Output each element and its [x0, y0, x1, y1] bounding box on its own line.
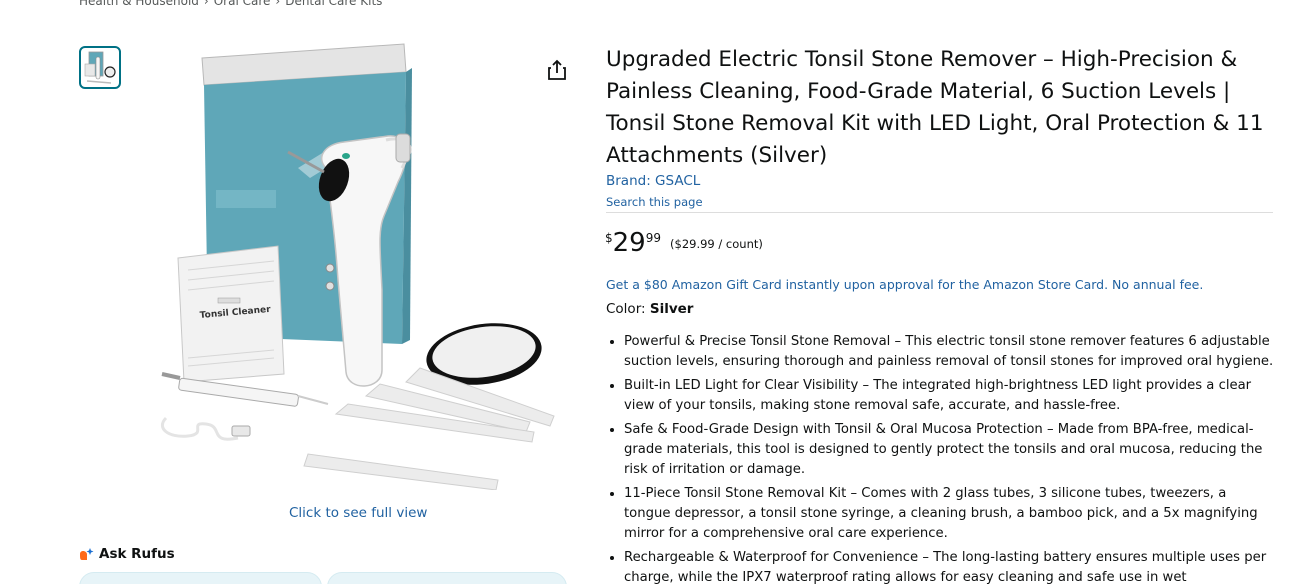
feature-bullet: Powerful & Precise Tonsil Stone Removal … — [624, 332, 1274, 372]
breadcrumb: Health & Household › Oral Care › Dental Care… — [79, 0, 382, 8]
rufus-suggestion-chip[interactable] — [79, 572, 322, 584]
product-thumbnail-image — [84, 51, 116, 84]
click-to-see-full-view-link[interactable]: Click to see full view — [289, 505, 427, 521]
brand-link[interactable]: Brand: GSACL — [606, 173, 700, 189]
price-block: $ 29 99 ($29.99 / count) — [605, 228, 763, 258]
color-value: Silver — [649, 301, 694, 317]
ask-rufus-label: Ask Rufus — [99, 546, 175, 562]
divider — [606, 212, 1273, 213]
gift-card-offer-link[interactable]: Get a $80 Amazon Gift Card instantly upo… — [606, 277, 1203, 292]
breadcrumb-separator: › — [275, 0, 281, 8]
breadcrumb-health-household[interactable]: Health & Household — [79, 0, 199, 8]
feature-bullet: 11-Piece Tonsil Stone Removal Kit – Come… — [624, 484, 1274, 544]
feature-bullets: Powerful & Precise Tonsil Stone Removal … — [624, 332, 1274, 584]
breadcrumb-dental-care-kits[interactable]: Dental Care Kits — [285, 0, 382, 8]
main-product-image[interactable]: Tonsil Cleaner — [148, 40, 572, 490]
feature-bullet: Rechargeable & Waterproof for Convenienc… — [624, 548, 1274, 584]
feature-bullet: Built-in LED Light for Clear Visibility … — [624, 376, 1274, 416]
product-title: Upgraded Electric Tonsil Stone Remover –… — [606, 47, 1264, 168]
price-currency-symbol: $ — [605, 231, 613, 245]
search-this-page-link[interactable]: Search this page — [606, 195, 703, 209]
breadcrumb-oral-care[interactable]: Oral Care — [214, 0, 271, 8]
breadcrumb-separator: › — [203, 0, 209, 8]
image-thumbnail[interactable] — [79, 46, 121, 89]
color-selection: Color: Silver — [606, 301, 693, 317]
share-icon[interactable] — [546, 59, 568, 81]
rufus-sparkle-icon — [80, 547, 94, 560]
rufus-suggestion-chip[interactable] — [327, 572, 567, 584]
ask-rufus-header: Ask Rufus — [79, 546, 175, 562]
price-whole: 29 — [612, 228, 646, 258]
feature-bullet: Safe & Food-Grade Design with Tonsil & O… — [624, 420, 1274, 480]
price-fraction: 99 — [645, 231, 662, 245]
unit-price: ($29.99 / count) — [670, 237, 763, 251]
color-label: Color: — [606, 301, 650, 317]
